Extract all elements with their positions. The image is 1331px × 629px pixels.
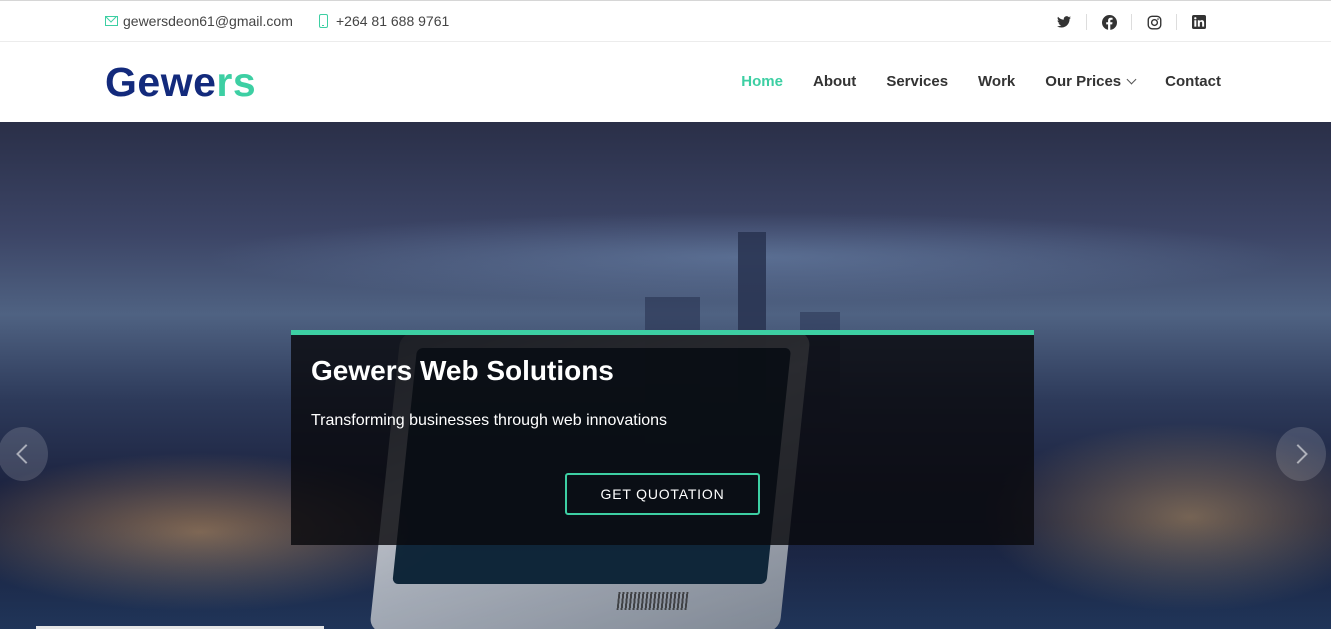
hero-subtitle: Transforming businesses through web inno… bbox=[311, 412, 668, 429]
chevron-left-icon bbox=[16, 444, 36, 464]
nav-contact[interactable]: Contact bbox=[1165, 73, 1221, 90]
site-header: Gewers Home About Services Work Our Pric… bbox=[0, 42, 1331, 122]
email-text[interactable]: gewersdeon61@gmail.com bbox=[123, 13, 293, 29]
nav-label: Our Prices bbox=[1045, 73, 1122, 90]
divider bbox=[1176, 14, 1177, 30]
phone-text[interactable]: +264 81 688 9761 bbox=[336, 13, 449, 29]
hero-title: Gewers Web Solutions bbox=[311, 355, 614, 386]
slider-next-button[interactable] bbox=[1276, 427, 1326, 481]
site-logo[interactable]: Gewers bbox=[105, 59, 256, 106]
main-nav: Home About Services Work Our Prices Cont… bbox=[741, 73, 1221, 90]
top-bar: gewersdeon61@gmail.com +264 81 688 9761 bbox=[0, 0, 1331, 42]
nav-home[interactable]: Home bbox=[741, 73, 783, 90]
instagram-icon[interactable] bbox=[1145, 13, 1163, 31]
divider bbox=[1086, 14, 1087, 30]
logo-accent: rs bbox=[216, 59, 257, 105]
envelope-icon bbox=[105, 16, 118, 26]
twitter-icon[interactable] bbox=[1055, 13, 1073, 31]
social-links bbox=[1055, 13, 1208, 31]
nav-services[interactable]: Services bbox=[886, 73, 948, 90]
logo-main: Gewe bbox=[105, 59, 217, 105]
hero-slider: Gewers Web Solutions Transforming busine… bbox=[0, 122, 1331, 629]
chevron-right-icon bbox=[1288, 444, 1308, 464]
nav-label: Contact bbox=[1165, 73, 1221, 90]
email-contact[interactable]: gewersdeon61@gmail.com bbox=[105, 13, 293, 29]
nav-label: About bbox=[812, 73, 857, 90]
nav-about[interactable]: About bbox=[813, 73, 856, 90]
slider-prev-button[interactable] bbox=[0, 427, 48, 481]
get-quotation-button[interactable]: GET QUOTATION bbox=[565, 473, 760, 515]
nav-label: Work bbox=[978, 73, 1016, 90]
chevron-down-icon bbox=[1126, 74, 1137, 85]
device-speaker bbox=[616, 592, 689, 610]
nav-work[interactable]: Work bbox=[978, 73, 1015, 90]
linkedin-icon[interactable] bbox=[1190, 13, 1208, 31]
nav-label: Home bbox=[741, 73, 783, 90]
divider bbox=[1131, 14, 1132, 30]
facebook-icon[interactable] bbox=[1100, 13, 1118, 31]
hero-caption: Gewers Web Solutions Transforming busine… bbox=[291, 330, 1034, 545]
nav-our-prices[interactable]: Our Prices bbox=[1045, 73, 1137, 90]
phone-icon bbox=[319, 14, 328, 28]
nav-label: Services bbox=[886, 73, 949, 90]
phone-contact[interactable]: +264 81 688 9761 bbox=[319, 13, 449, 29]
